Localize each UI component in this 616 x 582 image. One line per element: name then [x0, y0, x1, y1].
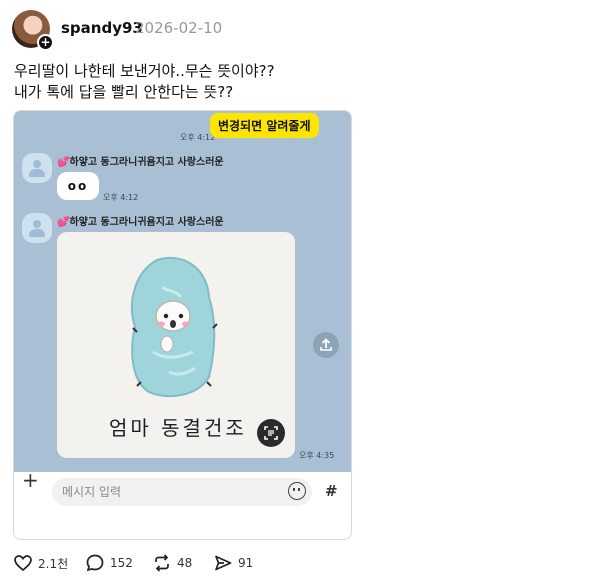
avatar[interactable]: + — [12, 10, 54, 51]
photo-caption: 엄마 동결건조 — [109, 416, 247, 440]
sender-name-text: 하얗고 동그라니귀욤지고 사랑스러운 — [69, 217, 224, 228]
attach-plus-button[interactable]: + — [22, 470, 39, 490]
sender-name-text: 하얗고 동그라니귀욤지고 사랑스러운 — [69, 157, 224, 168]
heart-outline-icon — [14, 555, 32, 572]
share-upload-icon[interactable] — [313, 332, 339, 358]
notice-bubble: 변경되면 알려줄게 — [210, 113, 319, 138]
repost-icon — [155, 554, 169, 572]
comment-button[interactable]: 152 — [85, 552, 133, 574]
message-time: 오후 4:12 — [103, 193, 139, 202]
repost-count: 48 — [177, 556, 193, 570]
repost-button[interactable]: 48 — [152, 552, 192, 574]
comment-count: 152 — [110, 556, 133, 570]
post-card: + spandy93 2026-02-10 우리딸이 나한테 보낸거야..무슨 … — [0, 0, 616, 582]
message-input[interactable]: 메시지 입력 — [52, 478, 312, 506]
chat-profile-icon[interactable] — [22, 153, 52, 183]
send-icon — [215, 555, 232, 571]
chat-profile-icon-2[interactable] — [22, 213, 52, 243]
heart-icon: 💕 — [57, 157, 70, 168]
emoji-icon[interactable] — [288, 482, 306, 500]
follow-plus-icon[interactable]: + — [37, 34, 54, 51]
post-actions: 2.1천 152 48 91 — [0, 552, 616, 578]
post-date: 2026-02-10 — [135, 19, 223, 37]
share-button[interactable]: 91 — [213, 552, 253, 574]
chat-photo[interactable]: 엄마 동결건조 — [57, 232, 295, 458]
post-text: 우리딸이 나한테 보낸거야..무슨 뜻이야?? 내가 톡에 답을 빨리 안한다는… — [14, 61, 275, 103]
chat-sender-name: 💕하얗고 동그라니귀욤지고 사랑스러운 — [57, 153, 224, 168]
chat-sender-name-2: 💕하얗고 동그라니귀욤지고 사랑스러운 — [57, 213, 224, 228]
comment-bubble-icon — [86, 554, 104, 572]
post-text-line-1: 우리딸이 나한테 보낸거야..무슨 뜻이야?? — [14, 62, 275, 80]
post-text-line-2: 내가 톡에 답을 빨리 안한다는 뜻?? — [14, 83, 234, 101]
like-count: 2.1천 — [38, 556, 69, 571]
chat-message-bubble: oo — [57, 172, 99, 200]
hashtag-button[interactable]: # — [325, 482, 338, 500]
like-button[interactable]: 2.1천 — [13, 552, 68, 574]
username[interactable]: spandy93 — [61, 19, 143, 37]
photo-time: 오후 4:35 — [299, 451, 335, 460]
share-count: 91 — [238, 556, 254, 570]
scan-text-icon[interactable] — [257, 419, 285, 447]
heart-icon: 💕 — [57, 217, 70, 228]
